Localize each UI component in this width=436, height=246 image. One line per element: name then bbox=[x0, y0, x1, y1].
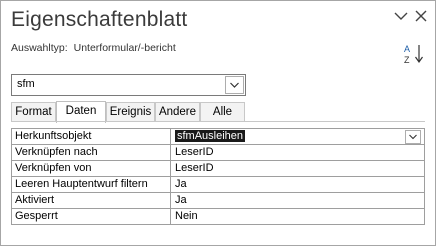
selected-value-text: sfmAusleihen bbox=[175, 130, 246, 142]
object-selector-value: sfm bbox=[17, 78, 35, 90]
object-selector-dropdown-button[interactable] bbox=[225, 76, 244, 94]
svg-text:A: A bbox=[404, 44, 410, 54]
property-label: Leeren Hauptentwurf filtern bbox=[11, 177, 171, 192]
property-row-verknuepfen-von: Verknüpfen von LeserID bbox=[11, 161, 425, 177]
chevron-down-icon bbox=[409, 134, 417, 140]
tab-divider bbox=[11, 121, 425, 122]
property-value-field[interactable]: Ja bbox=[172, 177, 425, 192]
selection-type-value: Unterformular/-bericht bbox=[73, 42, 176, 54]
property-value-field[interactable]: LeserID bbox=[172, 145, 425, 160]
property-label: Aktiviert bbox=[11, 193, 171, 208]
property-value-field[interactable]: sfmAusleihen bbox=[172, 129, 425, 144]
property-dropdown-button[interactable] bbox=[405, 130, 421, 144]
property-value-field[interactable]: LeserID bbox=[172, 161, 425, 176]
property-sheet-window: Eigenschaftenblatt Auswahltyp: Unterformu… bbox=[0, 0, 436, 246]
tab-alle[interactable]: Alle bbox=[200, 102, 245, 122]
property-grid: Herkunftsobjekt sfmAusleihen Verknüpfen … bbox=[11, 128, 425, 225]
tab-daten[interactable]: Daten bbox=[56, 101, 106, 123]
tab-ereignis[interactable]: Ereignis bbox=[106, 102, 155, 122]
selection-type-label: Auswahltyp: bbox=[11, 42, 68, 54]
sort-az-icon[interactable]: A Z bbox=[402, 42, 426, 66]
property-label: Gesperrt bbox=[11, 209, 171, 224]
property-label: Verknüpfen nach bbox=[11, 145, 171, 160]
property-label: Herkunftsobjekt bbox=[11, 129, 171, 144]
window-title: Eigenschaftenblatt bbox=[11, 8, 188, 31]
tab-andere[interactable]: Andere bbox=[155, 102, 200, 122]
property-value-field[interactable]: Ja bbox=[172, 193, 425, 208]
chevron-down-icon[interactable] bbox=[392, 7, 410, 25]
tab-format[interactable]: Format bbox=[11, 102, 56, 122]
property-row-aktiviert: Aktiviert Ja bbox=[11, 193, 425, 209]
property-label: Verknüpfen von bbox=[11, 161, 171, 176]
property-row-gesperrt: Gesperrt Nein bbox=[11, 209, 425, 225]
object-selector-combo[interactable]: sfm bbox=[11, 74, 246, 96]
property-value-field[interactable]: Nein bbox=[172, 209, 425, 224]
property-row-herkunftsobjekt: Herkunftsobjekt sfmAusleihen bbox=[11, 129, 425, 145]
property-row-verknuepfen-nach: Verknüpfen nach LeserID bbox=[11, 145, 425, 161]
selection-type: Auswahltyp: Unterformular/-bericht bbox=[11, 42, 176, 54]
property-row-leeren-hauptentwurf-filtern: Leeren Hauptentwurf filtern Ja bbox=[11, 177, 425, 193]
svg-text:Z: Z bbox=[404, 55, 410, 65]
close-icon[interactable] bbox=[412, 7, 430, 25]
chevron-down-icon bbox=[230, 82, 239, 88]
